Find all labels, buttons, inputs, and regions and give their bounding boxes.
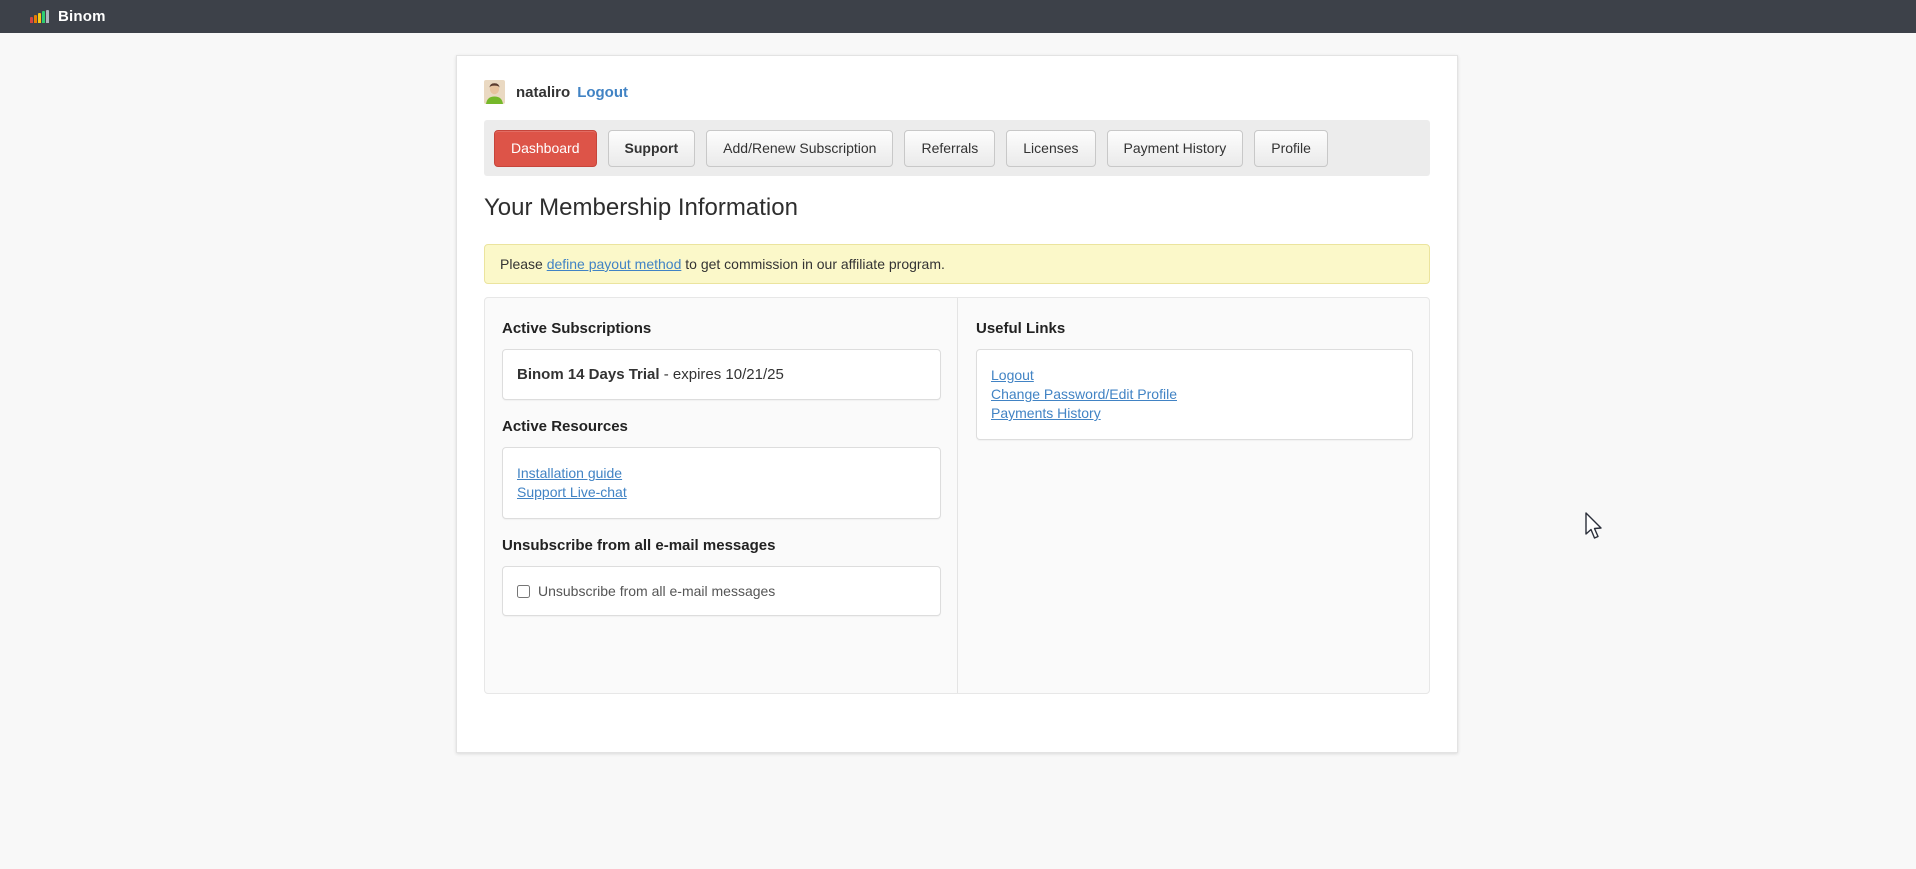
top-bar: Binom — [0, 0, 1916, 33]
subscription-box: Binom 14 Days Trial - expires 10/21/25 — [502, 349, 941, 400]
list-item: Payments History — [991, 404, 1398, 423]
user-row: nataliro Logout — [484, 80, 1430, 104]
mouse-cursor — [1585, 512, 1605, 542]
useful-links-box: Logout Change Password/Edit Profile Paym… — [976, 349, 1413, 440]
active-subscriptions-heading: Active Subscriptions — [502, 320, 941, 337]
unsubscribe-check-row: Unsubscribe from all e-mail messages — [517, 583, 926, 599]
subscription-expiry: - expires 10/21/25 — [660, 366, 784, 383]
useful-links-heading: Useful Links — [976, 320, 1413, 337]
membership-card: nataliro Logout Dashboard Support Add/Re… — [456, 55, 1458, 753]
subscription-plan-name: Binom 14 Days Trial — [517, 366, 660, 383]
list-item: Installation guide — [517, 464, 926, 483]
unsubscribe-box: Unsubscribe from all e-mail messages — [502, 566, 941, 616]
tab-payment-history[interactable]: Payment History — [1107, 130, 1244, 167]
installation-guide-link[interactable]: Installation guide — [517, 465, 622, 481]
list-item: Support Live-chat — [517, 483, 926, 502]
tab-referrals[interactable]: Referrals — [904, 130, 995, 167]
payments-history-link[interactable]: Payments History — [991, 405, 1101, 421]
membership-panel: Active Subscriptions Binom 14 Days Trial… — [484, 297, 1430, 694]
username-label: nataliro — [516, 84, 570, 101]
unsubscribe-checkbox-label: Unsubscribe from all e-mail messages — [538, 583, 775, 599]
user-avatar — [484, 80, 505, 104]
define-payout-method-link[interactable]: define payout method — [547, 256, 682, 272]
list-item: Logout — [991, 366, 1398, 385]
bar-chart-logo-icon — [30, 10, 49, 23]
tab-profile[interactable]: Profile — [1254, 130, 1328, 167]
panel-left-column: Active Subscriptions Binom 14 Days Trial… — [485, 298, 958, 693]
active-resources-heading: Active Resources — [502, 418, 941, 435]
panel-right-column: Useful Links Logout Change Password/Edit… — [958, 298, 1429, 693]
resources-box: Installation guide Support Live-chat — [502, 447, 941, 519]
alert-text-suffix: to get commission in our affiliate progr… — [681, 256, 945, 272]
logout-link-top[interactable]: Logout — [577, 84, 628, 101]
tab-licenses[interactable]: Licenses — [1006, 130, 1095, 167]
change-password-edit-profile-link[interactable]: Change Password/Edit Profile — [991, 386, 1177, 402]
brand-title: Binom — [58, 8, 106, 25]
tab-support[interactable]: Support — [608, 130, 696, 167]
unsubscribe-heading: Unsubscribe from all e-mail messages — [502, 537, 941, 554]
alert-text-prefix: Please — [500, 256, 547, 272]
page-title: Your Membership Information — [484, 194, 1430, 222]
logout-link[interactable]: Logout — [991, 367, 1034, 383]
tab-dashboard[interactable]: Dashboard — [494, 130, 597, 167]
tab-add-renew-subscription[interactable]: Add/Renew Subscription — [706, 130, 893, 167]
tab-bar: Dashboard Support Add/Renew Subscription… — [484, 120, 1430, 176]
support-live-chat-link[interactable]: Support Live-chat — [517, 484, 627, 500]
unsubscribe-checkbox[interactable] — [517, 585, 530, 598]
payout-alert: Please define payout method to get commi… — [484, 244, 1430, 284]
list-item: Change Password/Edit Profile — [991, 385, 1398, 404]
